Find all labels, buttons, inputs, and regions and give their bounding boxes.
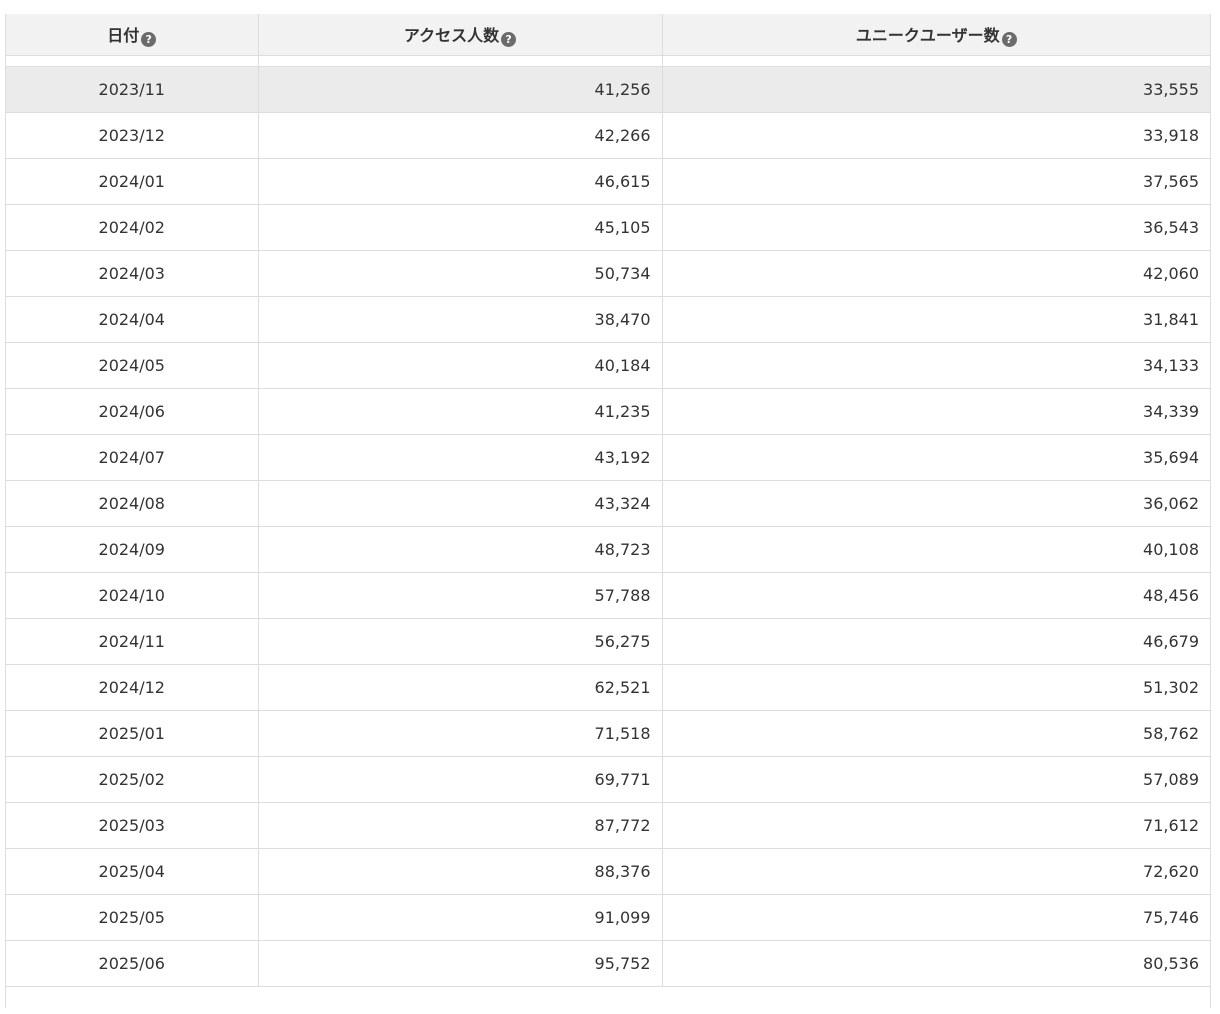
column-header-unique-users[interactable]: ユニークユーザー数?	[662, 14, 1210, 56]
cell-unique-users: 75,746	[662, 894, 1210, 941]
table-row[interactable]: 2024/09 48,723 40,108	[6, 526, 1210, 573]
table-row[interactable]: 2024/10 57,788 48,456	[6, 572, 1210, 619]
table-row[interactable]: 2025/05 91,099 75,746	[6, 894, 1210, 941]
cell-access-count: 95,752	[258, 940, 663, 987]
cell-date: 2024/05	[6, 342, 259, 389]
cell-unique-users: 71,612	[662, 802, 1210, 849]
monthly-access-table: 日付? アクセス人数? ユニークユーザー数? 2023/11 41,256 33,5…	[6, 14, 1210, 987]
column-header-date[interactable]: 日付?	[6, 14, 259, 56]
cell-unique-users: 31,841	[662, 296, 1210, 343]
cell-access-count: 43,192	[258, 434, 663, 481]
cell-date: 2024/10	[6, 572, 259, 619]
cell-access-count: 57,788	[258, 572, 663, 619]
table-row[interactable]: 2024/08 43,324 36,062	[6, 480, 1210, 527]
cell-access-count: 50,734	[258, 250, 663, 297]
cell-unique-users: 37,565	[662, 158, 1210, 205]
cell-unique-users: 80,536	[662, 940, 1210, 987]
cell-date: 2024/12	[6, 664, 259, 711]
cell-unique-users: 42,060	[662, 250, 1210, 297]
column-header-label: 日付	[107, 26, 140, 45]
cell-access-count: 48,723	[258, 526, 663, 573]
cell-unique-users: 33,918	[662, 112, 1210, 159]
cell-unique-users: 72,620	[662, 848, 1210, 895]
cell-date: 2025/06	[6, 940, 259, 987]
cell-unique-users: 34,339	[662, 388, 1210, 435]
cell-date: 2024/09	[6, 526, 259, 573]
help-icon[interactable]: ?	[501, 32, 517, 47]
table-row[interactable]: 2024/11 56,275 46,679	[6, 618, 1210, 665]
table-row[interactable]: 2025/02 69,771 57,089	[6, 756, 1210, 803]
help-icon[interactable]: ?	[141, 32, 157, 47]
cell-access-count: 45,105	[258, 204, 663, 251]
cell-access-count: 42,266	[258, 112, 663, 159]
table-row[interactable]: 2024/06 41,235 34,339	[6, 388, 1210, 435]
help-icon[interactable]: ?	[1001, 32, 1017, 47]
stats-table-container: 日付? アクセス人数? ユニークユーザー数? 2023/11 41,256 33,5…	[5, 14, 1211, 1008]
cell-date: 2023/12	[6, 112, 259, 159]
table-row[interactable]: 2025/04 88,376 72,620	[6, 848, 1210, 895]
cell-access-count: 40,184	[258, 342, 663, 389]
cell-date: 2024/04	[6, 296, 259, 343]
cell-access-count: 69,771	[258, 756, 663, 803]
cell-unique-users: 36,062	[662, 480, 1210, 527]
cell-date: 2024/02	[6, 204, 259, 251]
cell-unique-users: 46,679	[662, 618, 1210, 665]
cell-unique-users: 40,108	[662, 526, 1210, 573]
table-row[interactable]: 2024/12 62,521 51,302	[6, 664, 1210, 711]
cell-date: 2025/04	[6, 848, 259, 895]
cell-unique-users: 34,133	[662, 342, 1210, 389]
table-row[interactable]: 2024/07 43,192 35,694	[6, 434, 1210, 481]
cell-access-count: 91,099	[258, 894, 663, 941]
cell-date: 2023/11	[6, 66, 259, 113]
table-row[interactable]: 2024/02 45,105 36,543	[6, 204, 1210, 251]
cell-date: 2024/01	[6, 158, 259, 205]
column-header-label: アクセス人数	[403, 26, 500, 45]
cell-date: 2024/11	[6, 618, 259, 665]
cell-access-count: 41,256	[258, 66, 663, 113]
cell-access-count: 71,518	[258, 710, 663, 757]
cell-access-count: 56,275	[258, 618, 663, 665]
cell-unique-users: 35,694	[662, 434, 1210, 481]
table-row[interactable]: 2024/05 40,184 34,133	[6, 342, 1210, 389]
table-header-row: 日付? アクセス人数? ユニークユーザー数?	[6, 14, 1210, 56]
table-row[interactable]: 2023/12 42,266 33,918	[6, 112, 1210, 159]
column-header-access[interactable]: アクセス人数?	[258, 14, 663, 56]
cell-date: 2024/03	[6, 250, 259, 297]
cell-access-count: 43,324	[258, 480, 663, 527]
cell-unique-users: 36,543	[662, 204, 1210, 251]
cell-date: 2024/06	[6, 388, 259, 435]
cell-access-count: 46,615	[258, 158, 663, 205]
table-spacer-row	[6, 55, 1210, 67]
table-row[interactable]: 2023/11 41,256 33,555	[6, 66, 1210, 113]
cell-access-count: 88,376	[258, 848, 663, 895]
cell-date: 2025/01	[6, 710, 259, 757]
table-row[interactable]: 2024/03 50,734 42,060	[6, 250, 1210, 297]
cell-unique-users: 58,762	[662, 710, 1210, 757]
cell-date: 2024/08	[6, 480, 259, 527]
cell-access-count: 87,772	[258, 802, 663, 849]
cell-date: 2025/02	[6, 756, 259, 803]
cell-date: 2025/05	[6, 894, 259, 941]
cell-unique-users: 33,555	[662, 66, 1210, 113]
cell-unique-users: 51,302	[662, 664, 1210, 711]
cell-date: 2024/07	[6, 434, 259, 481]
table-row[interactable]: 2024/01 46,615 37,565	[6, 158, 1210, 205]
table-row[interactable]: 2025/03 87,772 71,612	[6, 802, 1210, 849]
cell-access-count: 62,521	[258, 664, 663, 711]
column-header-label: ユニークユーザー数	[855, 26, 1000, 45]
table-row[interactable]: 2025/01 71,518 58,762	[6, 710, 1210, 757]
cell-unique-users: 57,089	[662, 756, 1210, 803]
table-row[interactable]: 2024/04 38,470 31,841	[6, 296, 1210, 343]
cell-access-count: 38,470	[258, 296, 663, 343]
cell-access-count: 41,235	[258, 388, 663, 435]
table-row[interactable]: 2025/06 95,752 80,536	[6, 940, 1210, 987]
cell-date: 2025/03	[6, 802, 259, 849]
cell-unique-users: 48,456	[662, 572, 1210, 619]
